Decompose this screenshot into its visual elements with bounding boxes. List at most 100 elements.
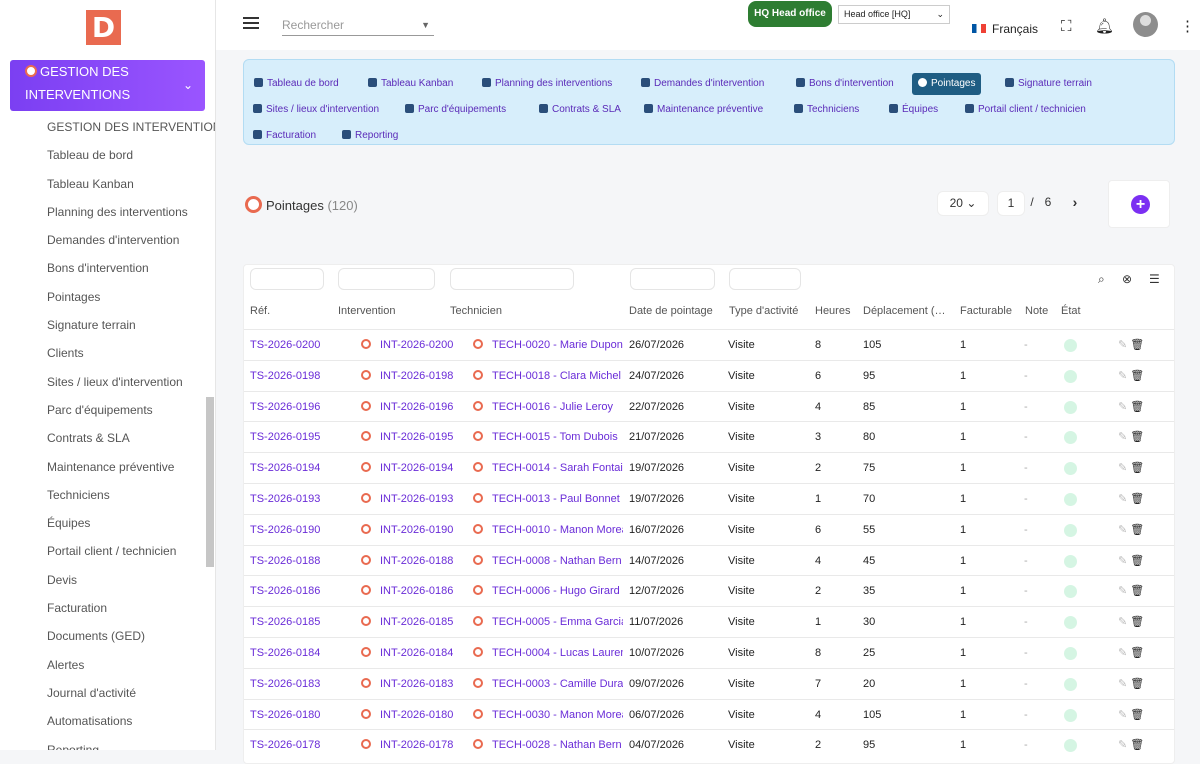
column-header[interactable]: Heures [815,305,850,317]
cell-text[interactable]: INT-2026-0186 [380,585,453,597]
trash-icon[interactable]: 🗑︎ [1130,678,1144,690]
column-header[interactable]: Réf. [250,305,270,317]
ref-link[interactable]: TS-2026-0184 [250,647,320,659]
sidebar-item[interactable]: Journal d'activité [47,682,215,710]
trash-icon[interactable]: 🗑︎ [1130,647,1144,659]
tab-11[interactable]: Techniciens [788,99,865,121]
sidebar-item[interactable]: Pointages [47,286,215,314]
add-button[interactable]: + [1108,180,1170,228]
cell-technicien[interactable]: TECH-0004 - Lucas Laurent [473,638,623,668]
cell-text[interactable]: INT-2026-0188 [380,555,453,567]
cell-technicien[interactable]: TECH-0030 - Manon Moreau [473,700,623,730]
cell-ref[interactable]: TS-2026-0200 [250,330,320,360]
cell-intervention[interactable]: INT-2026-0185 [361,607,453,637]
edit-icon[interactable]: ✎ [1118,616,1127,628]
ref-link[interactable]: TS-2026-0186 [250,585,320,597]
cell-ref[interactable]: TS-2026-0188 [250,546,320,576]
ref-link[interactable]: TS-2026-0183 [250,678,320,690]
cell-text[interactable]: TECH-0018 - Clara Michel [492,370,621,382]
edit-icon[interactable]: ✎ [1118,462,1127,474]
avatar[interactable] [1133,12,1158,37]
page-number-input[interactable]: 1 [997,191,1025,216]
cell-text[interactable]: INT-2026-0183 [380,678,453,690]
tab-5[interactable]: Pointages [912,73,982,95]
cell-text[interactable]: TECH-0015 - Tom Dubois [492,431,618,443]
ref-link[interactable]: TS-2026-0198 [250,370,320,382]
cell-intervention[interactable]: INT-2026-0194 [361,453,453,483]
page-size-select[interactable]: 20 ⌄ [937,191,989,216]
cell-text[interactable]: TECH-0004 - Lucas Laurent [492,647,623,659]
cell-technicien[interactable]: TECH-0006 - Hugo Girard [473,576,623,606]
ref-link[interactable]: TS-2026-0193 [250,493,320,505]
sidebar-item[interactable]: Devis [47,569,215,597]
edit-icon[interactable]: ✎ [1118,647,1127,659]
cell-technicien[interactable]: TECH-0005 - Emma Garcia [473,607,623,637]
cell-intervention[interactable]: INT-2026-0193 [361,484,453,514]
trash-icon[interactable]: 🗑︎ [1130,709,1144,721]
cell-ref[interactable]: TS-2026-0194 [250,453,320,483]
ref-link[interactable]: TS-2026-0180 [250,709,320,721]
cell-technicien[interactable]: TECH-0014 - Sarah Fontaine [473,453,623,483]
tab-6[interactable]: Signature terrain [999,73,1098,95]
sidebar-item[interactable]: Facturation [47,597,215,625]
tab-7[interactable]: Sites / lieux d'intervention [247,99,385,121]
trash-icon[interactable]: 🗑︎ [1130,401,1144,413]
cell-text[interactable]: TECH-0020 - Marie Dupont [492,339,623,351]
fullscreen-icon[interactable]: ⛶ [1061,19,1072,35]
sidebar-item[interactable]: Maintenance préventive [47,456,215,484]
sidebar-item[interactable]: Tableau Kanban [47,173,215,201]
sidebar-item[interactable]: Clients [47,342,215,370]
cell-intervention[interactable]: INT-2026-0190 [361,515,453,545]
cell-text[interactable]: INT-2026-0184 [380,647,453,659]
cell-intervention[interactable]: INT-2026-0184 [361,638,453,668]
cell-intervention[interactable]: INT-2026-0195 [361,422,453,452]
column-header[interactable]: Facturable [960,305,1012,317]
edit-icon[interactable]: ✎ [1118,493,1127,505]
tab-10[interactable]: Maintenance préventive [638,99,769,121]
tab-2[interactable]: Planning des interventions [476,73,618,95]
ref-link[interactable]: TS-2026-0185 [250,616,320,628]
cell-text[interactable]: TECH-0010 - Manon Moreau [492,524,623,536]
edit-icon[interactable]: ✎ [1118,339,1127,351]
cell-ref[interactable]: TS-2026-0178 [250,730,320,760]
trash-icon[interactable]: 🗑︎ [1130,493,1144,505]
filter-activity[interactable] [729,268,801,290]
sidebar-item[interactable]: Tableau de bord [47,144,215,172]
cell-text[interactable]: INT-2026-0195 [380,431,453,443]
column-header[interactable]: Type d'activité [729,305,798,317]
cell-text[interactable]: TECH-0003 - Camille Durand [492,678,623,690]
cell-text[interactable]: INT-2026-0185 [380,616,453,628]
tab-4[interactable]: Bons d'intervention [790,73,900,95]
cell-technicien[interactable]: TECH-0015 - Tom Dubois [473,422,623,452]
ref-link[interactable]: TS-2026-0190 [250,524,320,536]
filter-intervention[interactable] [338,268,435,290]
hq-badge[interactable]: HQ Head office [748,1,832,27]
bell-icon[interactable]: 🔔︎ [1095,19,1114,35]
tab-14[interactable]: Facturation [247,125,322,147]
cell-text[interactable]: INT-2026-0190 [380,524,453,536]
trash-icon[interactable]: 🗑︎ [1130,616,1144,628]
cell-text[interactable]: TECH-0014 - Sarah Fontaine [492,462,623,474]
cell-intervention[interactable]: INT-2026-0183 [361,669,453,699]
cell-intervention[interactable]: INT-2026-0188 [361,546,453,576]
sidebar-item[interactable]: Automatisations [47,710,215,738]
tab-1[interactable]: Tableau Kanban [362,73,459,95]
ref-link[interactable]: TS-2026-0188 [250,555,320,567]
cell-technicien[interactable]: TECH-0008 - Nathan Bern… [473,546,623,576]
edit-icon[interactable]: ✎ [1118,555,1127,567]
cell-ref[interactable]: TS-2026-0193 [250,484,320,514]
sidebar-item[interactable]: Parc d'équipements [47,399,215,427]
edit-icon[interactable]: ✎ [1118,370,1127,382]
edit-icon[interactable]: ✎ [1118,585,1127,597]
tab-3[interactable]: Demandes d'intervention [635,73,770,95]
sidebar-item[interactable]: Demandes d'intervention [47,229,215,257]
sidebar-item[interactable]: Bons d'intervention [47,257,215,285]
trash-icon[interactable]: 🗑︎ [1130,524,1144,536]
column-list-icon[interactable]: ☰ [1149,272,1160,286]
cell-ref[interactable]: TS-2026-0198 [250,361,320,391]
cell-technicien[interactable]: TECH-0016 - Julie Leroy [473,392,623,422]
cell-text[interactable]: TECH-0006 - Hugo Girard [492,585,620,597]
search-input[interactable]: Rechercher ▼ [282,14,434,36]
cell-text[interactable]: TECH-0030 - Manon Moreau [492,709,623,721]
sidebar-item[interactable]: Alertes [47,654,215,682]
